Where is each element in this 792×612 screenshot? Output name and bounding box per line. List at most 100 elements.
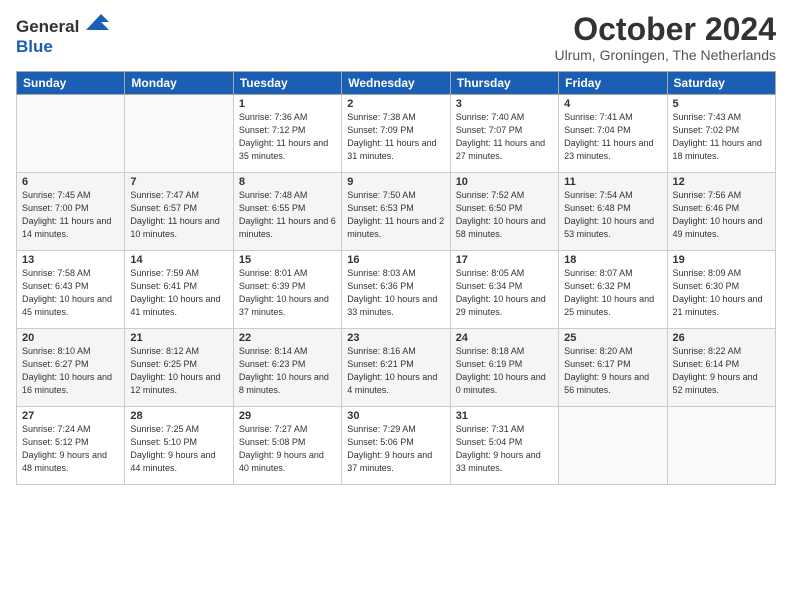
title-block: October 2024 Ulrum, Groningen, The Nethe… [554,12,776,63]
day-number: 20 [22,332,119,344]
col-monday: Monday [125,72,233,95]
location: Ulrum, Groningen, The Netherlands [554,47,776,63]
day-number: 26 [673,332,770,344]
day-number: 10 [456,176,553,188]
table-cell: 3Sunrise: 7:40 AMSunset: 7:07 PMDaylight… [450,95,558,173]
day-info: Sunrise: 7:31 AMSunset: 5:04 PMDaylight:… [456,423,553,475]
day-number: 19 [673,254,770,266]
table-cell [667,407,775,485]
table-cell: 20Sunrise: 8:10 AMSunset: 6:27 PMDayligh… [17,329,125,407]
day-info: Sunrise: 7:58 AMSunset: 6:43 PMDaylight:… [22,267,119,319]
day-info: Sunrise: 7:56 AMSunset: 6:46 PMDaylight:… [673,189,770,241]
day-info: Sunrise: 7:38 AMSunset: 7:09 PMDaylight:… [347,111,444,163]
week-row-3: 20Sunrise: 8:10 AMSunset: 6:27 PMDayligh… [17,329,776,407]
table-cell: 31Sunrise: 7:31 AMSunset: 5:04 PMDayligh… [450,407,558,485]
table-cell: 15Sunrise: 8:01 AMSunset: 6:39 PMDayligh… [233,251,341,329]
day-number: 14 [130,254,227,266]
day-number: 27 [22,410,119,422]
day-info: Sunrise: 8:09 AMSunset: 6:30 PMDaylight:… [673,267,770,319]
day-number: 2 [347,98,444,110]
day-info: Sunrise: 8:10 AMSunset: 6:27 PMDaylight:… [22,345,119,397]
day-info: Sunrise: 7:29 AMSunset: 5:06 PMDaylight:… [347,423,444,475]
table-cell: 6Sunrise: 7:45 AMSunset: 7:00 PMDaylight… [17,173,125,251]
table-cell: 17Sunrise: 8:05 AMSunset: 6:34 PMDayligh… [450,251,558,329]
table-cell: 21Sunrise: 8:12 AMSunset: 6:25 PMDayligh… [125,329,233,407]
day-info: Sunrise: 7:43 AMSunset: 7:02 PMDaylight:… [673,111,770,163]
day-number: 1 [239,98,336,110]
logo-blue-icon [81,12,111,32]
table-cell: 28Sunrise: 7:25 AMSunset: 5:10 PMDayligh… [125,407,233,485]
day-number: 9 [347,176,444,188]
day-number: 3 [456,98,553,110]
table-cell: 14Sunrise: 7:59 AMSunset: 6:41 PMDayligh… [125,251,233,329]
week-row-2: 13Sunrise: 7:58 AMSunset: 6:43 PMDayligh… [17,251,776,329]
day-info: Sunrise: 7:59 AMSunset: 6:41 PMDaylight:… [130,267,227,319]
table-cell [559,407,667,485]
day-info: Sunrise: 7:24 AMSunset: 5:12 PMDaylight:… [22,423,119,475]
month-title: October 2024 [554,12,776,47]
day-number: 30 [347,410,444,422]
day-info: Sunrise: 8:20 AMSunset: 6:17 PMDaylight:… [564,345,661,397]
table-cell: 1Sunrise: 7:36 AMSunset: 7:12 PMDaylight… [233,95,341,173]
table-cell: 18Sunrise: 8:07 AMSunset: 6:32 PMDayligh… [559,251,667,329]
col-saturday: Saturday [667,72,775,95]
day-info: Sunrise: 7:54 AMSunset: 6:48 PMDaylight:… [564,189,661,241]
day-number: 13 [22,254,119,266]
table-cell: 30Sunrise: 7:29 AMSunset: 5:06 PMDayligh… [342,407,450,485]
day-number: 18 [564,254,661,266]
table-cell: 5Sunrise: 7:43 AMSunset: 7:02 PMDaylight… [667,95,775,173]
day-number: 4 [564,98,661,110]
day-info: Sunrise: 8:16 AMSunset: 6:21 PMDaylight:… [347,345,444,397]
day-number: 5 [673,98,770,110]
day-number: 6 [22,176,119,188]
day-number: 11 [564,176,661,188]
day-number: 28 [130,410,227,422]
day-number: 23 [347,332,444,344]
table-cell: 8Sunrise: 7:48 AMSunset: 6:55 PMDaylight… [233,173,341,251]
day-number: 16 [347,254,444,266]
calendar-table: Sunday Monday Tuesday Wednesday Thursday… [16,71,776,485]
header: General Blue October 2024 Ulrum, Groning… [16,12,776,63]
day-number: 8 [239,176,336,188]
col-thursday: Thursday [450,72,558,95]
table-cell: 13Sunrise: 7:58 AMSunset: 6:43 PMDayligh… [17,251,125,329]
logo-blue-text: Blue [16,37,111,57]
table-cell: 11Sunrise: 7:54 AMSunset: 6:48 PMDayligh… [559,173,667,251]
day-info: Sunrise: 8:12 AMSunset: 6:25 PMDaylight:… [130,345,227,397]
table-cell: 25Sunrise: 8:20 AMSunset: 6:17 PMDayligh… [559,329,667,407]
table-cell: 9Sunrise: 7:50 AMSunset: 6:53 PMDaylight… [342,173,450,251]
day-number: 12 [673,176,770,188]
day-info: Sunrise: 8:14 AMSunset: 6:23 PMDaylight:… [239,345,336,397]
table-cell: 4Sunrise: 7:41 AMSunset: 7:04 PMDaylight… [559,95,667,173]
day-number: 29 [239,410,336,422]
table-cell: 24Sunrise: 8:18 AMSunset: 6:19 PMDayligh… [450,329,558,407]
day-info: Sunrise: 7:40 AMSunset: 7:07 PMDaylight:… [456,111,553,163]
calendar-header-row: Sunday Monday Tuesday Wednesday Thursday… [17,72,776,95]
table-cell: 19Sunrise: 8:09 AMSunset: 6:30 PMDayligh… [667,251,775,329]
col-tuesday: Tuesday [233,72,341,95]
col-friday: Friday [559,72,667,95]
day-info: Sunrise: 7:27 AMSunset: 5:08 PMDaylight:… [239,423,336,475]
day-info: Sunrise: 7:47 AMSunset: 6:57 PMDaylight:… [130,189,227,241]
col-wednesday: Wednesday [342,72,450,95]
day-number: 15 [239,254,336,266]
week-row-1: 6Sunrise: 7:45 AMSunset: 7:00 PMDaylight… [17,173,776,251]
logo: General Blue [16,12,111,58]
day-info: Sunrise: 7:36 AMSunset: 7:12 PMDaylight:… [239,111,336,163]
day-info: Sunrise: 7:25 AMSunset: 5:10 PMDaylight:… [130,423,227,475]
day-info: Sunrise: 8:05 AMSunset: 6:34 PMDaylight:… [456,267,553,319]
table-cell: 7Sunrise: 7:47 AMSunset: 6:57 PMDaylight… [125,173,233,251]
day-info: Sunrise: 8:18 AMSunset: 6:19 PMDaylight:… [456,345,553,397]
week-row-4: 27Sunrise: 7:24 AMSunset: 5:12 PMDayligh… [17,407,776,485]
page: General Blue October 2024 Ulrum, Groning… [0,0,792,612]
table-cell: 10Sunrise: 7:52 AMSunset: 6:50 PMDayligh… [450,173,558,251]
day-info: Sunrise: 7:41 AMSunset: 7:04 PMDaylight:… [564,111,661,163]
col-sunday: Sunday [17,72,125,95]
day-info: Sunrise: 8:03 AMSunset: 6:36 PMDaylight:… [347,267,444,319]
day-info: Sunrise: 8:22 AMSunset: 6:14 PMDaylight:… [673,345,770,397]
day-info: Sunrise: 7:48 AMSunset: 6:55 PMDaylight:… [239,189,336,241]
table-cell: 2Sunrise: 7:38 AMSunset: 7:09 PMDaylight… [342,95,450,173]
day-number: 17 [456,254,553,266]
table-cell [125,95,233,173]
table-cell: 23Sunrise: 8:16 AMSunset: 6:21 PMDayligh… [342,329,450,407]
